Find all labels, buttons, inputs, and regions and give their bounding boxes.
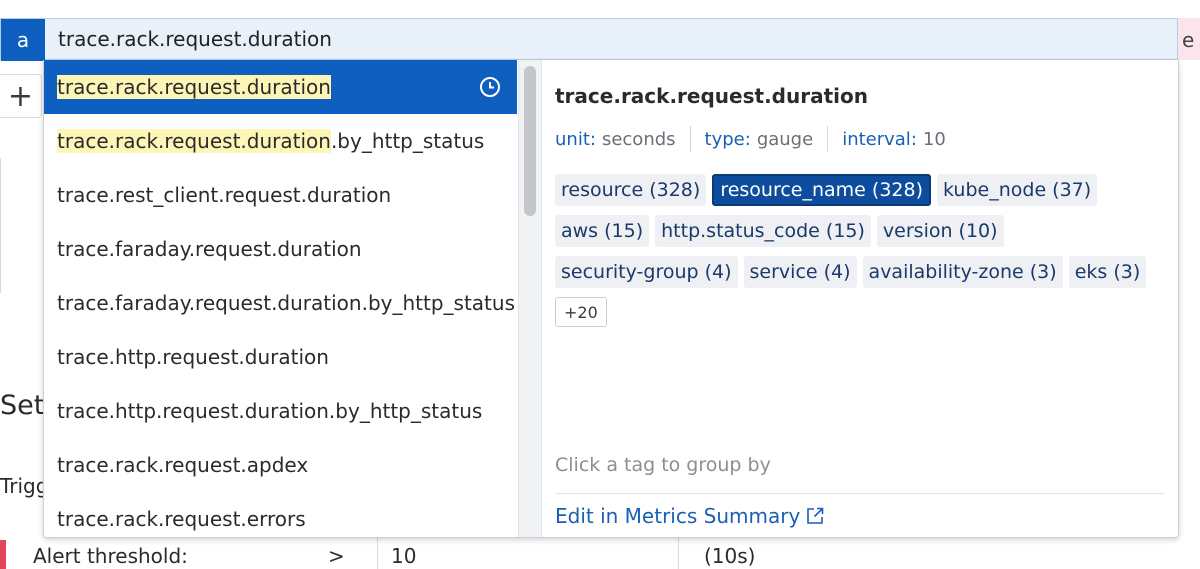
tag-chip[interactable]: resource_name (328): [712, 174, 932, 206]
metric-suggestion-item[interactable]: trace.rack.request.errors: [44, 492, 517, 537]
suggestion-match-text: trace.rack.request.duration: [57, 129, 331, 153]
metadata-value: 10: [922, 128, 946, 150]
tag-chip[interactable]: aws (15): [555, 215, 650, 247]
scrollbar-thumb[interactable]: [524, 66, 536, 216]
tag-chip[interactable]: version (10): [876, 215, 1004, 247]
tag-chip[interactable]: eks (3): [1068, 256, 1147, 288]
metadata-separator: [827, 126, 829, 152]
suggestion-text: trace.faraday.request.duration.by_http_s…: [57, 291, 515, 315]
alert-threshold-value[interactable]: 10: [391, 544, 416, 568]
metric-suggestion-item[interactable]: trace.faraday.request.duration.by_http_s…: [44, 276, 517, 330]
trigger-label: Trigg: [0, 474, 49, 498]
metadata-key: type:: [704, 128, 751, 150]
tag-list: resource (328) resource_name (328) kube_no…: [555, 174, 1165, 338]
suggestion-text: .by_http_status: [330, 129, 485, 153]
tag-chip[interactable]: resource (328): [555, 174, 707, 206]
suggestion-text: trace.rest_client.request.duration: [57, 183, 392, 207]
metadata-item: interval: 10: [842, 129, 946, 150]
metric-suggestion-item[interactable]: trace.http.request.duration: [44, 330, 517, 384]
metric-suggestion-item[interactable]: trace.rack.request.duration: [44, 60, 517, 114]
suggestion-text: trace.faraday.request.duration: [57, 237, 362, 261]
metadata-item: unit: seconds: [555, 129, 676, 150]
query-letter-badge[interactable]: a: [1, 19, 45, 61]
metadata-separator: [689, 126, 691, 152]
suggestion-text: trace.http.request.duration: [57, 345, 329, 369]
tag-chip[interactable]: security-group (4): [555, 256, 738, 288]
alert-threshold-operator[interactable]: >: [328, 544, 345, 568]
edit-link-label: Edit in Metrics Summary: [555, 504, 801, 528]
detail-divider: [555, 493, 1165, 494]
alert-color-bar: [0, 540, 6, 569]
clock-icon: [480, 77, 500, 97]
plus-icon: +: [7, 78, 34, 114]
suggestion-text: trace.http.request.duration.by_http_stat…: [57, 399, 483, 423]
tag-row: security-group (4) service (4) availabilit…: [555, 256, 1165, 288]
metric-suggestion-item[interactable]: trace.rack.request.apdex: [44, 438, 517, 492]
tag-row: resource (328) resource_name (328) kube_no…: [555, 174, 1165, 206]
suggestion-text: trace.rack.request.errors: [57, 507, 306, 531]
edit-in-metrics-summary-link[interactable]: Edit in Metrics Summary: [555, 504, 824, 528]
external-link-icon: [807, 507, 824, 524]
background-tag: e: [1178, 18, 1200, 60]
metric-suggestion-item[interactable]: trace.rest_client.request.duration: [44, 168, 517, 222]
metadata-key: unit:: [555, 128, 596, 150]
tag-row: +20: [555, 297, 1165, 329]
metadata-value: gauge: [756, 128, 814, 150]
metric-detail-panel: trace.rack.request.duration unit: seconds…: [542, 60, 1178, 537]
suggestion-scrollbar[interactable]: [518, 60, 542, 537]
tag-chip[interactable]: http.status_code (15): [655, 215, 871, 247]
metric-suggestion-item[interactable]: trace.http.request.duration.by_http_stat…: [44, 384, 517, 438]
section-heading: Set: [0, 390, 45, 421]
tag-row: aws (15) http.status_code (15) version (10…: [555, 215, 1165, 247]
metric-suggestion-list: trace.rack.request.duration trace.rack.re…: [44, 60, 518, 537]
suggestion-match-text: trace.rack.request.duration: [57, 75, 331, 99]
metric-suggestion-item[interactable]: trace.rack.request.duration .by_http_stat…: [44, 114, 517, 168]
alert-threshold-field[interactable]: [377, 538, 679, 569]
alert-threshold-label: Alert threshold:: [33, 544, 188, 568]
group-by-hint: Click a tag to group by: [555, 454, 771, 476]
alert-threshold-row: Alert threshold: > 10 (10s): [0, 538, 1200, 569]
metric-detail-title: trace.rack.request.duration: [555, 84, 868, 108]
metadata-item: type: gauge: [705, 129, 814, 150]
metric-suggestion-item[interactable]: trace.faraday.request.duration: [44, 222, 517, 276]
tag-chip[interactable]: availability-zone (3): [862, 256, 1063, 288]
tag-chip[interactable]: service (4): [743, 256, 857, 288]
metric-search-input[interactable]: [45, 19, 1177, 59]
background-divider: [0, 158, 1, 293]
show-more-tags-button[interactable]: +20: [555, 297, 607, 327]
metadata-key: interval:: [842, 128, 917, 150]
alert-threshold-unit: (10s): [704, 544, 756, 568]
metric-autocomplete-popup: trace.rack.request.duration trace.rack.re…: [43, 60, 1179, 538]
metric-metadata: unit: seconds type: gauge interval: 10: [555, 126, 946, 152]
suggestion-text: trace.rack.request.apdex: [57, 453, 309, 477]
metadata-value: seconds: [601, 128, 676, 150]
tag-chip[interactable]: kube_node (37): [937, 174, 1098, 206]
add-query-button[interactable]: +: [0, 74, 42, 118]
query-bar: a: [0, 18, 1178, 61]
